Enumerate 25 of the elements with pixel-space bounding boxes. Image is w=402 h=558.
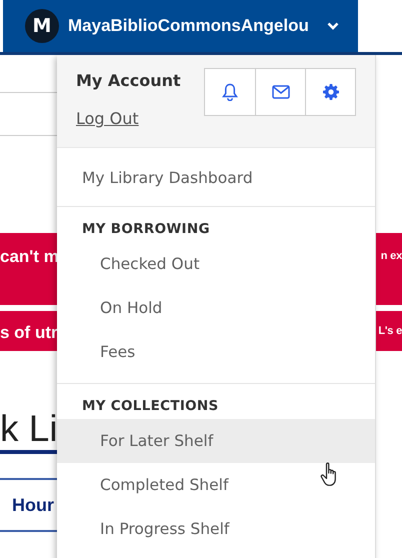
- tab[interactable]: Hour: [12, 494, 54, 516]
- menu-item[interactable]: My Library Dashboard: [57, 148, 375, 207]
- menu-item[interactable]: On Hold: [57, 286, 375, 330]
- menu-item[interactable]: In Progress Shelf: [57, 507, 375, 551]
- settings-icon: [322, 84, 338, 100]
- section-heading: MY BORROWING: [81, 221, 211, 239]
- page-heading: k Li: [0, 409, 58, 449]
- menu-item[interactable]: Completed Shelf: [57, 463, 375, 507]
- menu-title: My Account: [76, 71, 181, 90]
- logout-link[interactable]: Log Out: [76, 109, 181, 128]
- settings-button[interactable]: [305, 69, 355, 115]
- section-heading: MY COLLECTIONS: [81, 398, 220, 416]
- messages-button[interactable]: [255, 69, 305, 115]
- notifications-button[interactable]: [205, 69, 255, 115]
- account-menu-button[interactable]: M MayaBiblioCommonsAngelou: [3, 0, 358, 52]
- chevron-down-icon: [326, 22, 339, 30]
- envelope-icon: [272, 85, 290, 99]
- menu-item[interactable]: Checked Out: [57, 242, 375, 286]
- alert-text: L's e: [378, 325, 402, 337]
- alert-text: n ex: [380, 250, 402, 262]
- menu-item[interactable]: For Later Shelf: [57, 419, 375, 463]
- avatar: M: [25, 9, 59, 43]
- menu-item[interactable]: Fees: [57, 330, 375, 374]
- alert-text: s of utr: [0, 323, 58, 343]
- bell-icon: [222, 83, 238, 101]
